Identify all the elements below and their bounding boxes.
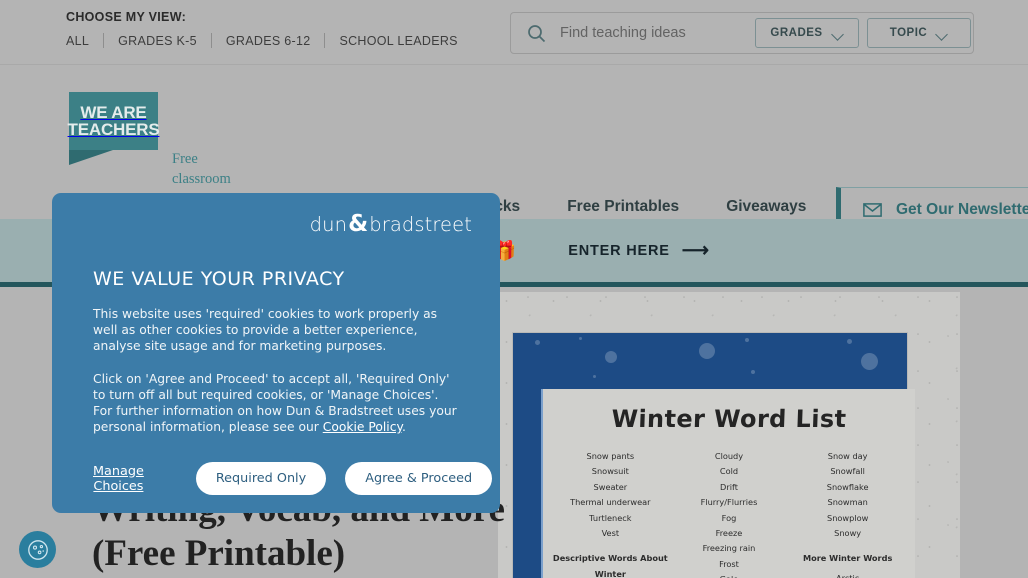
chevron-down-icon [833, 30, 844, 37]
worksheet-word: Snowplow [827, 512, 869, 523]
required-only-button[interactable]: Required Only [195, 462, 327, 495]
enter-here-label: ENTER HERE [568, 242, 670, 259]
decorative-dot [751, 370, 755, 374]
enter-here-link[interactable]: ENTER HERE ⟶ [568, 241, 710, 260]
choose-my-view-group: CHOOSE MY VIEW: ALL GRADES K-5 GRADES 6-… [0, 10, 472, 48]
worksheet-word: Freezing rain [702, 543, 756, 554]
view-link-grades-k5[interactable]: GRADES K-5 [104, 34, 211, 48]
dun-bradstreet-logo: dun & bradstreet [92, 211, 472, 241]
decorative-dot [535, 340, 540, 345]
view-links: ALL GRADES K-5 GRADES 6-12 SCHOOL LEADER… [66, 33, 472, 48]
worksheet-word: Snow pants [586, 451, 635, 461]
worksheet-word: Vest [601, 528, 620, 539]
worksheet-word: Drift [720, 481, 738, 492]
arrow-right-icon: ⟶ [681, 240, 710, 261]
worksheet-subheading: Descriptive Words About Winter [552, 553, 668, 578]
view-link-grades-6-12[interactable]: GRADES 6-12 [212, 34, 325, 48]
worksheet-column: Snow day Snowfall Snowflake Snowman Snow… [789, 449, 906, 578]
worksheet-word: Snowsuit [591, 466, 629, 477]
logo-line-1: WE ARE [80, 102, 147, 122]
search-input[interactable] [546, 25, 747, 41]
worksheet-word: Snowy [834, 528, 862, 539]
worksheet-frame: Winter Word List Snow pants Snowsuit Swe… [513, 333, 915, 578]
worksheet-columns: Snow pants Snowsuit Sweater Thermal unde… [551, 449, 907, 578]
worksheet-word: Freeze [715, 528, 743, 539]
dialog-paragraph-2a: Click on 'Agree and Proceed' to accept a… [93, 372, 450, 402]
brand-ampersand: & [348, 211, 369, 237]
worksheet-word: Snowman [827, 497, 868, 508]
search-icon [527, 24, 546, 43]
choose-my-view-label: CHOOSE MY VIEW: [66, 10, 187, 24]
worksheet-word: Fog [721, 512, 737, 523]
dialog-heading: WE VALUE YOUR PRIVACY [93, 268, 345, 290]
worksheet-subheading: More Winter Words [802, 553, 893, 564]
view-link-all[interactable]: ALL [66, 34, 103, 48]
utility-bar: CHOOSE MY VIEW: ALL GRADES K-5 GRADES 6-… [0, 0, 1028, 64]
decorative-dot [699, 343, 715, 359]
brand-part-1: dun [309, 213, 348, 236]
worksheet-word: Cold [719, 466, 739, 477]
manage-choices-button[interactable]: Manage Choices [93, 464, 144, 494]
agree-and-proceed-button[interactable]: Agree & Proceed [345, 462, 493, 495]
logo-banner-tail [69, 150, 113, 165]
dialog-paragraph-1: This website uses 'required' cookies to … [93, 307, 438, 353]
grades-filter-label: GRADES [770, 27, 823, 39]
newsletter-button-label: Get Our Newsletter [896, 200, 1028, 218]
brand-part-2: bradstreet [369, 213, 472, 236]
worksheet-word: Thermal underwear [570, 497, 651, 508]
topic-filter-dropdown[interactable]: TOPIC [867, 18, 971, 48]
cookie-consent-dialog: dun & bradstreet WE VALUE YOUR PRIVACY T… [52, 193, 500, 513]
worksheet-word: Flurry/Flurries [700, 497, 758, 508]
worksheet-word: Cloudy [714, 451, 744, 461]
search-bar[interactable]: GRADES TOPIC [510, 12, 974, 54]
decorative-dot [593, 375, 596, 378]
logo-line-2: TEACHERS [67, 120, 160, 139]
worksheet-word: Frost [719, 558, 739, 569]
chevron-down-icon [937, 30, 948, 37]
topic-filter-label: TOPIC [889, 27, 928, 39]
worksheet-column: Snow pants Snowsuit Sweater Thermal unde… [552, 449, 669, 578]
site-header: WE ARE TEACHERS Free classroom resources… [0, 64, 1028, 247]
nav-item-giveaways[interactable]: Giveaways [726, 198, 806, 216]
nav-item-free-printables[interactable]: Free Printables [567, 198, 679, 216]
grades-filter-dropdown[interactable]: GRADES [755, 18, 859, 48]
view-link-school-leaders[interactable]: SCHOOL LEADERS [325, 34, 471, 48]
worksheet-word: Snowfall [830, 466, 865, 477]
worksheet-paper: Winter Word List Snow pants Snowsuit Swe… [541, 389, 915, 578]
dialog-actions: Manage Choices Required Only Agree & Pro… [93, 462, 493, 495]
decorative-dot [579, 337, 582, 340]
decorative-dot [861, 353, 878, 370]
worksheet-word: Gale [670, 572, 787, 578]
worksheet-word: Sweater [593, 481, 628, 492]
cookie-policy-link[interactable]: Cookie Policy [323, 420, 402, 434]
worksheet-word: Arctic [836, 572, 860, 578]
cookie-icon [27, 539, 48, 560]
decorative-dot [745, 338, 749, 342]
decorative-dot [847, 339, 852, 344]
worksheet-word: Snowflake [826, 481, 869, 492]
worksheet-title: Winter Word List [611, 405, 847, 433]
worksheet-word: Turtleneck [589, 512, 632, 523]
dialog-paragraph-2-end: . [402, 420, 406, 434]
worksheet-column: Cloudy Cold Drift Flurry/Flurries Fog Fr… [670, 449, 787, 578]
cookie-settings-badge[interactable] [19, 531, 56, 568]
site-logo[interactable]: WE ARE TEACHERS [67, 92, 160, 150]
worksheet-word: Snow day [827, 451, 868, 461]
envelope-icon [863, 202, 882, 217]
dialog-paragraph-2: Click on 'Agree and Proceed' to accept a… [93, 371, 463, 435]
worksheet-image: Winter Word List Snow pants Snowsuit Swe… [498, 292, 960, 578]
decorative-dot [605, 351, 617, 363]
